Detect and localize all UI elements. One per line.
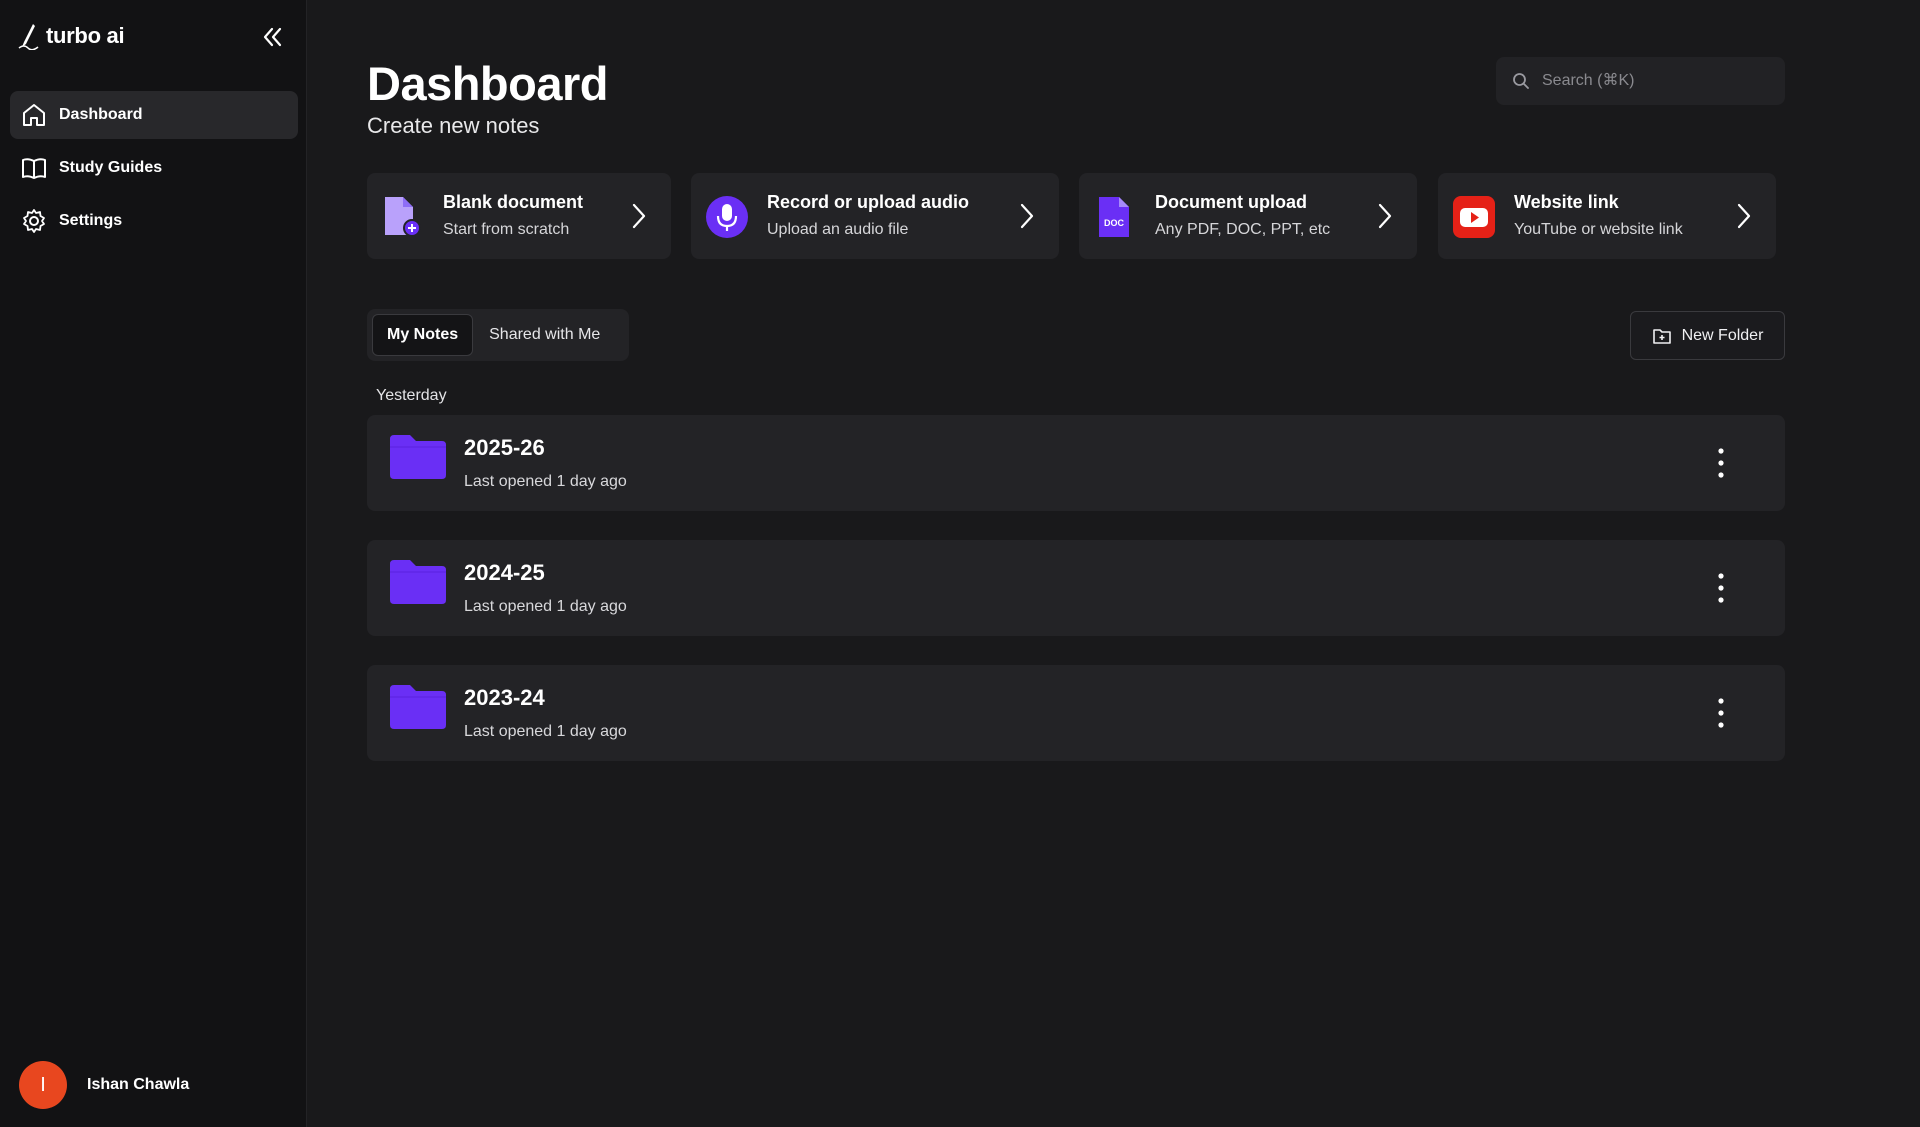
document-upload-card[interactable]: DOC Document upload Any PDF, DOC, PPT, e…: [1079, 173, 1417, 259]
card-title: Blank document: [443, 192, 584, 212]
tab-my-notes[interactable]: My Notes: [372, 314, 474, 356]
sidebar-item-study-guides[interactable]: Study Guides: [10, 144, 298, 192]
new-folder-label: New Folder: [1681, 326, 1764, 344]
folder-row[interactable]: 2023-24 Last opened 1 day ago: [367, 665, 1785, 761]
folder-icon: [390, 560, 446, 604]
folder-plus-icon: [1652, 328, 1671, 344]
sidebar-item-label: Settings: [59, 212, 123, 229]
search-box[interactable]: [1496, 57, 1785, 105]
folder-name: 2023-24: [464, 685, 545, 710]
sidebar-item-label: Dashboard: [59, 106, 143, 123]
doc-file-icon: DOC: [1099, 197, 1129, 237]
chevron-right-icon: [632, 203, 646, 229]
folder-row[interactable]: 2025-26 Last opened 1 day ago: [367, 415, 1785, 511]
youtube-icon: [1453, 196, 1495, 238]
section-label: Yesterday: [376, 387, 447, 404]
search-input[interactable]: [1540, 71, 1774, 91]
book-icon: [22, 158, 46, 179]
folder-name: 2024-25: [464, 560, 545, 585]
pen-logo-icon: [18, 24, 39, 50]
microphone-icon: [706, 196, 748, 238]
card-title: Website link: [1514, 192, 1619, 212]
folder-last-opened: Last opened 1 day ago: [464, 723, 627, 740]
gear-icon: [23, 209, 45, 233]
user-profile[interactable]: I Ishan Chawla: [19, 1061, 189, 1109]
card-subtitle: Start from scratch: [443, 221, 570, 238]
more-options-icon[interactable]: [1709, 570, 1733, 606]
sidebar-item-dashboard[interactable]: Dashboard: [10, 91, 298, 139]
avatar: I: [19, 1061, 67, 1109]
sidebar-nav: Dashboard Study Guides Settings: [10, 91, 298, 250]
more-options-icon[interactable]: [1709, 695, 1733, 731]
more-options-icon[interactable]: [1709, 445, 1733, 481]
new-folder-button[interactable]: New Folder: [1630, 311, 1785, 360]
app-logo[interactable]: turbo ai: [18, 22, 125, 50]
blank-document-icon: [385, 197, 421, 237]
blank-document-card[interactable]: Blank document Start from scratch: [367, 173, 671, 259]
home-icon: [23, 104, 45, 126]
collapse-sidebar-button[interactable]: [258, 24, 286, 50]
card-subtitle: YouTube or website link: [1514, 221, 1683, 238]
folder-name: 2025-26: [464, 435, 545, 460]
card-subtitle: Upload an audio file: [767, 221, 909, 238]
folder-last-opened: Last opened 1 day ago: [464, 473, 627, 490]
page-title: Dashboard: [367, 57, 609, 110]
folder-last-opened: Last opened 1 day ago: [464, 598, 627, 615]
chevron-right-icon: [1737, 203, 1751, 229]
app-name: turbo ai: [46, 23, 125, 48]
record-audio-card[interactable]: Record or upload audio Upload an audio f…: [691, 173, 1059, 259]
notes-tabs: My Notes Shared with Me: [367, 309, 629, 361]
folder-icon: [390, 685, 446, 729]
chevrons-left-icon: [263, 27, 282, 47]
card-subtitle: Any PDF, DOC, PPT, etc: [1155, 221, 1331, 238]
card-title: Record or upload audio: [767, 192, 970, 212]
user-name: Ishan Chawla: [87, 1076, 190, 1093]
sidebar-item-label: Study Guides: [59, 159, 163, 176]
search-icon: [1513, 73, 1529, 89]
card-title: Document upload: [1155, 192, 1307, 212]
chevron-right-icon: [1020, 203, 1034, 229]
folder-icon: [390, 435, 446, 479]
page-subtitle: Create new notes: [367, 113, 540, 138]
website-link-card[interactable]: Website link YouTube or website link: [1438, 173, 1776, 259]
doc-icon-label: DOC: [1104, 218, 1125, 228]
tab-shared-with-me[interactable]: Shared with Me: [475, 314, 614, 356]
folder-row[interactable]: 2024-25 Last opened 1 day ago: [367, 540, 1785, 636]
sidebar-item-settings[interactable]: Settings: [10, 197, 298, 245]
sidebar: turbo ai Dashboard Study Guides Settings…: [0, 0, 307, 1127]
chevron-right-icon: [1378, 203, 1392, 229]
